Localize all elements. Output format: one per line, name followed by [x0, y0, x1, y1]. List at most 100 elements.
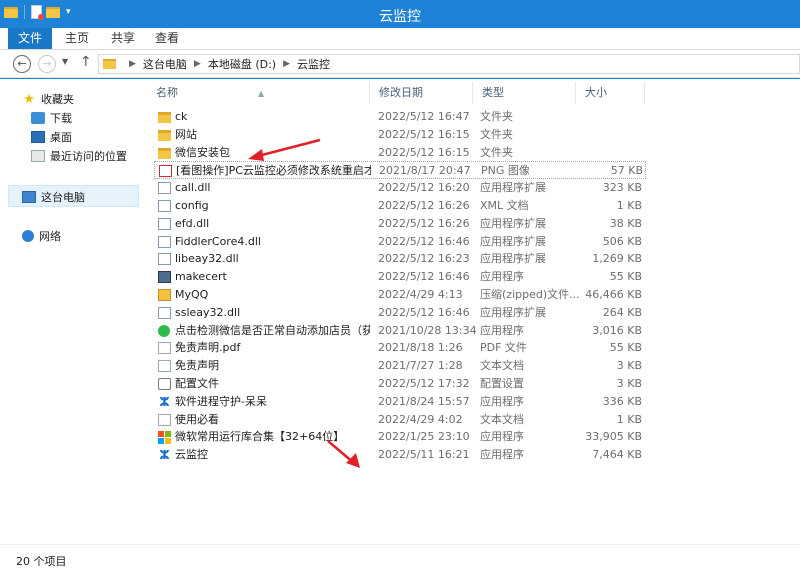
column-header-type[interactable]: 类型	[474, 82, 576, 104]
file-type: 应用程序扩展	[480, 216, 546, 230]
column-label: 名称	[156, 86, 178, 99]
microsoft-icon	[158, 431, 171, 445]
file-name: ck	[175, 110, 188, 123]
file-name: config	[175, 199, 209, 212]
file-size: 57 KB	[610, 164, 643, 178]
tab-home[interactable]: 主页	[58, 28, 96, 49]
dll-icon	[158, 182, 171, 195]
up-arrow-icon[interactable]: ↑	[80, 54, 92, 70]
file-row[interactable]: libeay32.dll 2022/5/12 16:23 应用程序扩展 1,269 K…	[154, 250, 646, 268]
dll-icon	[158, 217, 171, 230]
folder-icon	[103, 59, 116, 69]
file-date: 2022/5/12 17:32	[378, 377, 470, 390]
file-row[interactable]: FiddlerCore4.dll 2022/5/12 16:46 应用程序扩展 506…	[154, 233, 646, 251]
zip-icon	[158, 289, 171, 301]
file-name: MyQQ	[175, 288, 209, 301]
forward-button[interactable]: →	[38, 55, 56, 73]
file-date: 2022/5/12 16:46	[378, 270, 470, 284]
file-row[interactable]: 点击检测微信是否正常自动添加店员（获... 2021/10/28 13:34 应用程…	[154, 322, 646, 340]
dll-icon	[158, 235, 171, 248]
tab-share[interactable]: 共享	[104, 28, 142, 49]
file-row[interactable]: efd.dll 2022/5/12 16:26 应用程序扩展 38 KB	[154, 215, 646, 233]
breadcrumb-this-pc[interactable]: 这台电脑	[143, 56, 187, 72]
file-type: XML 文档	[480, 199, 529, 212]
file-date: 2022/5/12 16:47	[378, 110, 470, 123]
star-icon: ★	[23, 91, 35, 107]
file-date: 2021/8/18 1:26	[378, 341, 463, 355]
file-size: 38 KB	[609, 216, 642, 230]
nav-recent[interactable]: 最近访问的位置	[31, 148, 127, 164]
file-row[interactable]: 微信安装包 2022/5/12 16:15 文件夹	[154, 144, 646, 162]
file-date: 2022/5/12 16:26	[378, 199, 470, 212]
nav-desktop[interactable]: 桌面	[31, 129, 72, 145]
tab-file[interactable]: 文件	[8, 28, 52, 49]
chevron-right-icon: ▶	[129, 59, 136, 69]
file-date: 2022/5/12 16:20	[378, 181, 470, 195]
file-row[interactable]: MyQQ 2022/4/29 4:13 压缩(zipped)文件... 46,466 …	[154, 286, 646, 304]
file-type: 应用程序	[480, 394, 524, 408]
address-bar-row: ← → ▼ ↑ ▶ 这台电脑 ▶ 本地磁盘 (D:) ▶ 云监控	[0, 50, 800, 78]
file-type: 文本文档	[480, 412, 524, 426]
file-date: 2022/5/12 16:46	[378, 305, 470, 319]
file-type: 应用程序扩展	[480, 234, 546, 248]
column-header-name[interactable]: 名称 ▲	[148, 82, 370, 104]
file-type: 应用程序扩展	[480, 181, 546, 195]
file-size: 55 KB	[609, 341, 642, 355]
file-date: 2022/5/12 16:46	[378, 234, 470, 248]
file-row[interactable]: 免责声明.pdf 2021/8/18 1:26 PDF 文件 55 KB	[154, 339, 646, 357]
nav-this-pc[interactable]: 这台电脑	[22, 189, 85, 205]
file-name: 免责声明	[175, 359, 219, 373]
file-row[interactable]: 免责声明 2021/7/27 1:28 文本文档 3 KB	[154, 357, 646, 375]
file-row[interactable]: call.dll 2022/5/12 16:20 应用程序扩展 323 KB	[154, 179, 646, 197]
file-row[interactable]: ck 2022/5/12 16:47 文件夹	[154, 108, 646, 126]
file-type: 文件夹	[480, 110, 513, 123]
file-row[interactable]: config 2022/5/12 16:26 XML 文档 1 KB	[154, 197, 646, 215]
window-title: 云监控	[379, 9, 421, 25]
file-size: 33,905 KB	[585, 430, 642, 444]
file-name: ssleay32.dll	[175, 305, 241, 319]
nav-favorites[interactable]: ★ 收藏夹	[22, 91, 74, 107]
sort-up-icon: ▲	[258, 89, 265, 98]
file-size: 3 KB	[616, 359, 642, 373]
exe-icon	[158, 271, 171, 284]
back-button[interactable]: ←	[13, 55, 31, 73]
file-row[interactable]: 使用必看 2022/4/29 4:02 文本文档 1 KB	[154, 411, 646, 429]
tab-view[interactable]: 查看	[148, 28, 186, 49]
file-type: 应用程序扩展	[480, 305, 546, 319]
file-row[interactable]: 微软常用运行库合集【32+64位】 2022/1/25 23:10 应用程序 33,9…	[154, 428, 646, 446]
nav-network[interactable]: 网络	[22, 228, 61, 244]
file-size: 1 KB	[616, 412, 642, 426]
file-type: 应用程序	[480, 448, 524, 462]
wechat-icon	[158, 324, 170, 337]
file-row[interactable]: ⵣ 云监控 2022/5/11 16:21 应用程序 7,464 KB	[154, 446, 646, 464]
file-date: 2022/1/25 23:10	[378, 430, 470, 444]
recent-locations-icon[interactable]: ▼	[62, 57, 68, 66]
file-date: 2022/4/29 4:02	[378, 412, 463, 426]
file-size: 336 KB	[602, 394, 642, 408]
file-size: 7,464 KB	[592, 448, 642, 462]
file-name: libeay32.dll	[175, 252, 239, 266]
folder-icon	[158, 147, 171, 159]
file-date: 2022/5/12 16:15	[378, 145, 470, 159]
file-name: 配置文件	[175, 377, 219, 390]
column-header-date[interactable]: 修改日期	[371, 82, 473, 104]
column-header-size[interactable]: 大小	[577, 82, 645, 104]
address-field[interactable]: ▶ 这台电脑 ▶ 本地磁盘 (D:) ▶ 云监控	[98, 54, 800, 74]
document-icon	[158, 413, 171, 426]
file-row[interactable]: 配置文件 2022/5/12 17:32 配置设置 3 KB	[154, 375, 646, 393]
file-row[interactable]: makecert 2022/5/12 16:46 应用程序 55 KB	[154, 268, 646, 286]
nav-downloads[interactable]: 下载	[31, 110, 72, 126]
file-row[interactable]: ssleay32.dll 2022/5/12 16:46 应用程序扩展 264 KB	[154, 304, 646, 322]
config-icon	[158, 200, 171, 212]
file-row[interactable]: [看图操作]PC云监控必须修改系统重启才... 2021/8/17 20:47 PN…	[154, 161, 646, 180]
breadcrumb-folder[interactable]: 云监控	[297, 56, 330, 72]
nav-label: 网络	[39, 230, 61, 243]
folder-icon	[158, 129, 171, 141]
file-type: 压缩(zipped)文件...	[480, 288, 580, 301]
file-row[interactable]: ⵣ 软件进程守护-呆呆 2021/8/24 15:57 应用程序 336 KB	[154, 393, 646, 411]
breadcrumb-drive-d[interactable]: 本地磁盘 (D:)	[208, 56, 276, 72]
file-date: 2021/7/27 1:28	[378, 359, 463, 373]
recent-places-icon	[31, 150, 45, 162]
settings-file-icon	[158, 378, 171, 390]
file-row[interactable]: 网站 2022/5/12 16:15 文件夹	[154, 126, 646, 144]
